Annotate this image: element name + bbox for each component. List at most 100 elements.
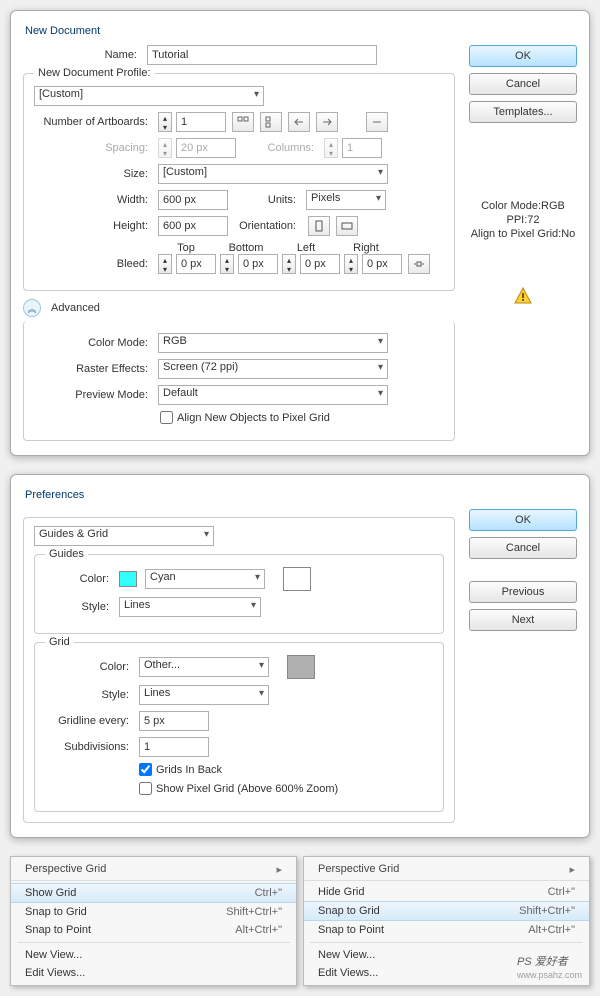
name-label: Name: bbox=[23, 49, 143, 61]
bleed-bottom-label: Bottom bbox=[218, 242, 274, 254]
grid-by-col-icon[interactable] bbox=[260, 112, 282, 132]
grid-color-label: Color: bbox=[45, 661, 135, 673]
context-menus: Perspective GridShow GridCtrl+"Snap to G… bbox=[10, 856, 590, 986]
advanced-label: Advanced bbox=[51, 302, 100, 314]
grid-group: Grid Color: Other... Style: Lines Gridli… bbox=[34, 642, 444, 812]
profile-label: New Document Profile: bbox=[34, 67, 155, 79]
menu-item[interactable]: New View... bbox=[11, 946, 296, 964]
spinner-icon: ▴▾ bbox=[324, 138, 338, 158]
bleed-top-input[interactable] bbox=[176, 254, 216, 274]
bleed-bottom-input[interactable] bbox=[238, 254, 278, 274]
preferences-dialog: Preferences Guides & Grid Guides Color: … bbox=[10, 474, 590, 838]
watermark: PS 爱好者www.psahz.com bbox=[517, 952, 582, 980]
bleed-right-input[interactable] bbox=[362, 254, 402, 274]
grids-in-back-checkbox[interactable]: Grids In Back bbox=[139, 763, 222, 776]
cancel-button[interactable]: Cancel bbox=[469, 537, 577, 559]
bleed-left-label: Left bbox=[278, 242, 334, 254]
prefs-section-select[interactable]: Guides & Grid bbox=[34, 526, 214, 546]
guides-swatch[interactable] bbox=[283, 567, 311, 591]
spinner-icon[interactable]: ▴▾ bbox=[282, 254, 296, 274]
grid-color-select[interactable]: Other... bbox=[139, 657, 269, 677]
templates-button[interactable]: Templates... bbox=[469, 101, 577, 123]
color-chip-icon bbox=[119, 571, 137, 587]
subdiv-input[interactable] bbox=[139, 737, 209, 757]
ok-button[interactable]: OK bbox=[469, 45, 577, 67]
menu-item[interactable]: Snap to GridShift+Ctrl+" bbox=[11, 903, 296, 921]
menu-separator bbox=[17, 942, 290, 943]
arrange-rtl-icon[interactable] bbox=[288, 112, 310, 132]
menu-item[interactable]: Snap to GridShift+Ctrl+" bbox=[304, 901, 589, 921]
raster-select[interactable]: Screen (72 ppi) bbox=[158, 359, 388, 379]
colormode-select[interactable]: RGB bbox=[158, 333, 388, 353]
menu-item[interactable]: Hide GridCtrl+" bbox=[304, 883, 589, 901]
menu-item[interactable]: Show GridCtrl+" bbox=[11, 883, 296, 903]
ok-button[interactable]: OK bbox=[469, 509, 577, 531]
link-icon[interactable] bbox=[408, 254, 430, 274]
colormode-label: Color Mode: bbox=[34, 337, 154, 349]
bleed-left-input[interactable] bbox=[300, 254, 340, 274]
gridline-label: Gridline every: bbox=[45, 715, 135, 727]
width-label: Width: bbox=[34, 194, 154, 206]
menu-header[interactable]: Perspective Grid bbox=[11, 860, 296, 881]
menu-header[interactable]: Perspective Grid bbox=[304, 860, 589, 881]
advanced-group: Color Mode: RGB Raster Effects: Screen (… bbox=[23, 321, 455, 441]
menu-separator bbox=[310, 942, 583, 943]
width-input[interactable] bbox=[158, 190, 228, 210]
menu-item[interactable]: Edit Views... bbox=[11, 964, 296, 982]
columns-input bbox=[342, 138, 382, 158]
artboards-label: Number of Artboards: bbox=[34, 116, 154, 128]
show-pixel-grid-checkbox[interactable]: Show Pixel Grid (Above 600% Zoom) bbox=[139, 782, 338, 795]
new-document-dialog: New Document Name: New Document Profile:… bbox=[10, 10, 590, 456]
guides-color-select[interactable]: Cyan bbox=[145, 569, 265, 589]
portrait-icon[interactable] bbox=[308, 216, 330, 236]
spinner-icon: ▴▾ bbox=[158, 138, 172, 158]
menu-item[interactable]: Snap to PointAlt+Ctrl+" bbox=[304, 921, 589, 939]
bleed-top-label: Top bbox=[158, 242, 214, 254]
raster-label: Raster Effects: bbox=[34, 363, 154, 375]
previous-button[interactable]: Previous bbox=[469, 581, 577, 603]
guides-style-label: Style: bbox=[45, 601, 115, 613]
preview-select[interactable]: Default bbox=[158, 385, 388, 405]
spinner-icon[interactable]: ▴▾ bbox=[158, 254, 172, 274]
size-select[interactable]: [Custom] bbox=[158, 164, 388, 184]
bleed-right-label: Right bbox=[338, 242, 394, 254]
next-button[interactable]: Next bbox=[469, 609, 577, 631]
artboards-input[interactable] bbox=[176, 112, 226, 132]
arrange-down-icon[interactable] bbox=[366, 112, 388, 132]
dialog-title: New Document bbox=[23, 21, 577, 45]
spacing-input bbox=[176, 138, 236, 158]
units-select[interactable]: Pixels bbox=[306, 190, 386, 210]
name-input[interactable] bbox=[147, 45, 377, 65]
spinner-icon[interactable]: ▴▾ bbox=[158, 112, 172, 132]
preview-label: Preview Mode: bbox=[34, 389, 154, 401]
profile-select[interactable]: [Custom] bbox=[34, 86, 264, 106]
warning-icon bbox=[514, 287, 532, 305]
units-label: Units: bbox=[232, 194, 302, 206]
view-menu-left: Perspective GridShow GridCtrl+"Snap to G… bbox=[10, 856, 297, 986]
spinner-icon[interactable]: ▴▾ bbox=[344, 254, 358, 274]
size-label: Size: bbox=[34, 168, 154, 180]
profile-group: New Document Profile: [Custom] Number of… bbox=[23, 73, 455, 291]
guides-group: Guides Color: Cyan Style: Lines bbox=[34, 554, 444, 634]
cancel-button[interactable]: Cancel bbox=[469, 73, 577, 95]
doc-info: Color Mode:RGB PPI:72 Align to Pixel Gri… bbox=[469, 199, 577, 241]
guides-color-label: Color: bbox=[45, 573, 115, 585]
spacing-label: Spacing: bbox=[34, 142, 154, 154]
orientation-label: Orientation: bbox=[232, 220, 302, 232]
menu-item[interactable]: Snap to PointAlt+Ctrl+" bbox=[11, 921, 296, 939]
align-pixel-checkbox[interactable]: Align New Objects to Pixel Grid bbox=[160, 411, 330, 424]
grid-style-label: Style: bbox=[45, 689, 135, 701]
grid-style-select[interactable]: Lines bbox=[139, 685, 269, 705]
spinner-icon[interactable]: ▴▾ bbox=[220, 254, 234, 274]
grid-by-row-icon[interactable] bbox=[232, 112, 254, 132]
height-input[interactable] bbox=[158, 216, 228, 236]
grid-swatch[interactable] bbox=[287, 655, 315, 679]
bleed-label: Bleed: bbox=[34, 258, 154, 270]
guides-style-select[interactable]: Lines bbox=[119, 597, 261, 617]
prefs-panel: Guides & Grid Guides Color: Cyan Style: … bbox=[23, 517, 455, 823]
dialog-title: Preferences bbox=[23, 485, 577, 509]
arrange-ltr-icon[interactable] bbox=[316, 112, 338, 132]
gridline-input[interactable] bbox=[139, 711, 209, 731]
landscape-icon[interactable] bbox=[336, 216, 358, 236]
advanced-toggle[interactable]: ︽ bbox=[23, 299, 41, 317]
